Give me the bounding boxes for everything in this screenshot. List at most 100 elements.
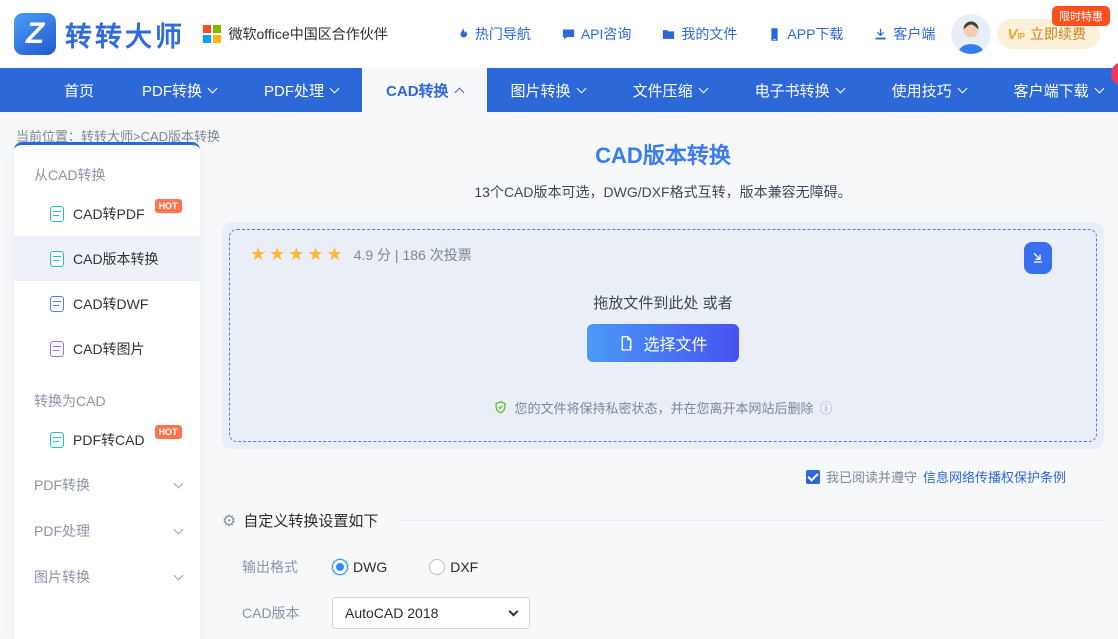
user-avatar[interactable] [951,14,991,54]
chevron-down-icon [174,524,184,534]
avatar-person-icon [951,14,991,54]
nav-label: 电子书转换 [755,80,830,101]
app-download-link[interactable]: APP下载 [767,24,843,44]
api-link[interactable]: API咨询 [561,24,632,44]
download-icon [873,27,888,42]
sidebar-group-pdf-convert[interactable]: PDF转换 [14,462,200,508]
header-links: 热门导航 API咨询 我的文件 APP下载 客户端 [455,24,936,44]
privacy-text: 您的文件将保持私密状态，并在您离开本网站后删除 [514,398,813,417]
nav-item-pdf-process[interactable]: PDF处理 [240,68,362,112]
client-label: 客户端 [893,24,935,44]
radio-label: DXF [450,559,478,575]
info-icon[interactable]: ⓘ [820,398,833,417]
site-logo[interactable]: Z 转转大师 [14,13,185,55]
hot-badge: HOT [155,425,182,439]
nav-item-image-convert[interactable]: 图片转换 [487,68,609,112]
renew-area: VIP 立即续费 限时特惠 [997,19,1100,49]
nav-item-client-download[interactable]: 客户端下载 [990,68,1118,112]
sidebar-item-pdf-to-cad[interactable]: PDF转CAD HOT [14,417,200,462]
choose-file-button[interactable]: 选择文件 [587,324,739,362]
sidebar-section-from-cad: 从CAD转换 [14,145,200,191]
nav-item-home[interactable]: 首页 [40,68,118,112]
sidebar: 从CAD转换 CAD转PDF HOT CAD版本转换 CAD转DWF CAD转图… [14,142,200,639]
my-files-label: 我的文件 [681,24,737,44]
sidebar-item-cad-version-convert[interactable]: CAD版本转换 [14,236,200,281]
upload-dropzone[interactable]: ★★★★★ 4.9 分 | 186 次投票 拖放文件到此处 或者 选择文件 [222,222,1104,449]
chat-icon [561,27,576,42]
shield-check-icon [493,400,508,415]
top-header: Z 转转大师 微软office中国区合作伙伴 热门导航 API咨询 我的文件 A… [0,0,1118,68]
chevron-down-icon [208,83,218,93]
cad-version-label: CAD版本 [242,603,304,623]
doc-icon [50,296,64,312]
nav-label: 图片转换 [511,80,571,101]
gear-icon: ⚙ [222,511,236,531]
chevron-down-icon [509,607,519,617]
chevron-down-icon [174,570,184,580]
sidebar-item-label: CAD转图片 [73,339,145,359]
chevron-down-icon [957,83,967,93]
sidebar-group-label: PDF处理 [34,521,90,541]
promo-badge: 限时特惠 [1052,6,1110,26]
nav-item-tips[interactable]: 使用技巧 [868,68,990,112]
agreement-row: 我已阅读并遵守信息网络传播权保护条例 [222,467,1104,486]
file-plus-icon [618,335,635,352]
agreement-checkbox[interactable] [806,470,820,484]
sidebar-item-cad-to-image[interactable]: CAD转图片 [14,326,200,371]
output-format-label: 输出格式 [242,557,304,577]
hot-badge: HOT [155,199,182,213]
cad-version-select[interactable]: AutoCAD 2018 [332,597,530,629]
nav-label: PDF转换 [142,80,202,101]
vip-icon: VIP [1007,26,1025,43]
radio-option-dwg[interactable]: DWG [332,559,387,575]
sidebar-item-cad-to-dwf[interactable]: CAD转DWF [14,281,200,326]
sidebar-group-image-convert[interactable]: 图片转换 [14,554,200,600]
sidebar-item-cad-to-pdf[interactable]: CAD转PDF HOT [14,191,200,236]
nav-item-cad-convert[interactable]: CAD转换 [362,68,487,112]
sidebar-group-label: 图片转换 [34,567,90,587]
arrow-down-right-icon [1030,250,1046,266]
privacy-note: 您的文件将保持私密状态，并在您离开本网站后删除 ⓘ [230,398,1096,417]
chevron-up-icon [454,87,464,97]
divider [397,520,1104,521]
app-download-label: APP下载 [787,24,843,44]
logo-z-icon: Z [14,13,56,55]
partner-banner: 微软office中国区合作伙伴 [203,24,388,44]
phone-icon [767,27,782,42]
renew-label: 立即续费 [1030,24,1086,44]
agreement-text: 我已阅读并遵守 [826,467,917,486]
drop-corner-button[interactable] [1024,242,1052,274]
doc-icon [50,432,64,448]
my-files-link[interactable]: 我的文件 [661,24,737,44]
radio-icon [332,559,348,575]
api-label: API咨询 [581,24,632,44]
star-rating[interactable]: ★★★★★ [250,244,346,265]
nav-label: CAD转换 [386,80,449,101]
chevron-down-icon [330,83,340,93]
chevron-down-icon [835,83,845,93]
nav-item-pdf-convert[interactable]: PDF转换 [118,68,240,112]
page-subtitle: 13个CAD版本可选，DWG/DXF格式互转，版本兼容无障碍。 [222,182,1104,202]
sidebar-group-pdf-process[interactable]: PDF处理 [14,508,200,554]
page-title: CAD版本转换 [222,138,1104,170]
page-content: 当前位置：转转大师>CAD版本转换 从CAD转换 CAD转PDF HOT CAD… [0,112,1118,639]
nav-label: 客户端下载 [1014,80,1089,101]
radio-label: DWG [353,559,387,575]
radio-option-dxf[interactable]: DXF [429,559,478,575]
nav-item-file-compress[interactable]: 文件压缩 [609,68,731,112]
chevron-down-icon [174,478,184,488]
chevron-down-icon [576,83,586,93]
cad-version-value: AutoCAD 2018 [345,605,438,621]
chevron-down-icon [1094,83,1104,93]
client-link[interactable]: 客户端 [873,24,935,44]
sidebar-section-to-cad: 转换为CAD [14,371,200,417]
drop-hint-text: 拖放文件到此处 或者 [230,292,1096,313]
hot-nav-label: 热门导航 [475,24,531,44]
hot-nav-link[interactable]: 热门导航 [455,24,531,44]
rating-text: 4.9 分 | 186 次投票 [354,245,472,265]
logo-text: 转转大师 [65,15,185,54]
folder-icon [661,27,676,42]
agreement-link[interactable]: 信息网络传播权保护条例 [923,467,1066,486]
doc-icon [50,251,64,267]
nav-item-ebook-convert[interactable]: 电子书转换 [731,68,868,112]
